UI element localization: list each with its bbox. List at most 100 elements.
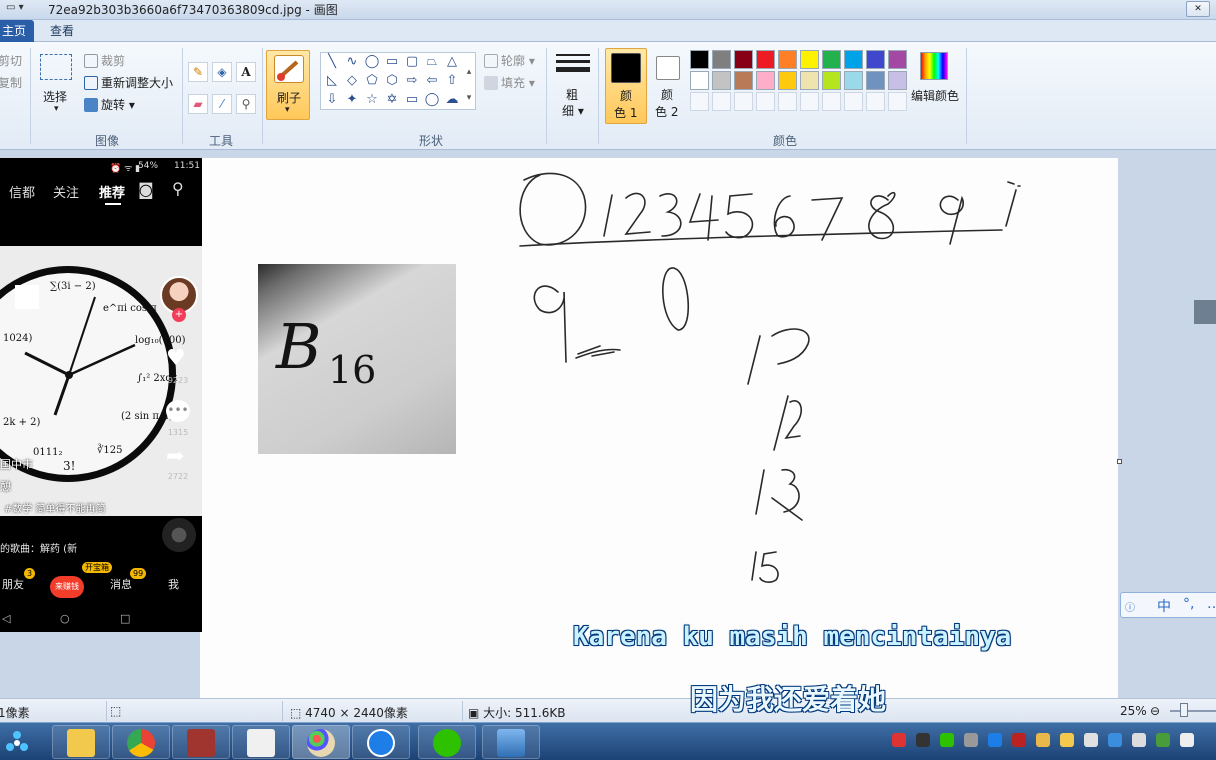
palette-swatch[interactable]: [712, 50, 731, 69]
select-icon[interactable]: [40, 54, 72, 80]
right-triangle-shape-icon[interactable]: ◺: [323, 72, 341, 90]
shapes-gallery[interactable]: ╲ ∿ ◯ ▭ ▢ ⏢ △ ◺ ◇ ⬠ ⬡ ⇨ ⇦ ⇧ ⇩ ✦ ☆ ✡ ▭ ◯ …: [320, 52, 476, 110]
bluetooth-icon[interactable]: [1108, 733, 1122, 747]
rotate-button[interactable]: 旋转 ▾: [84, 96, 135, 113]
volume-icon[interactable]: [1084, 733, 1098, 747]
palette-swatch[interactable]: [712, 71, 731, 90]
size-button[interactable]: 粗: [566, 86, 578, 103]
oval-shape-icon[interactable]: ◯: [363, 53, 381, 71]
ime-language-toggle[interactable]: 中: [1157, 596, 1171, 616]
magnifier-icon[interactable]: ⚲: [236, 94, 256, 114]
arrow-up-shape-icon[interactable]: ⇧: [443, 72, 461, 90]
palette-swatch[interactable]: [844, 71, 863, 90]
palette-swatch[interactable]: [712, 92, 731, 111]
taskbar-photos[interactable]: [482, 725, 540, 759]
palette-swatch[interactable]: [734, 50, 753, 69]
taskbar-winrar[interactable]: [172, 725, 230, 759]
gallery-scroll-icon[interactable]: ▴: [463, 63, 475, 81]
resize-button[interactable]: 重新调整大小: [84, 74, 173, 91]
brush-button[interactable]: 刷子 ▾: [266, 50, 310, 120]
palette-swatch[interactable]: [822, 50, 841, 69]
tray-icon-network[interactable]: [916, 733, 930, 747]
palette-swatch[interactable]: [866, 50, 885, 69]
tray-icon-folder[interactable]: [1036, 733, 1050, 747]
arrow-down-shape-icon[interactable]: ⇩: [323, 91, 341, 109]
pencil-icon[interactable]: ✎: [188, 62, 208, 82]
color-picker-icon[interactable]: ⁄: [212, 94, 232, 114]
hexagon-shape-icon[interactable]: ⬡: [383, 72, 401, 90]
palette-swatch[interactable]: [800, 71, 819, 90]
canvas-resize-handle[interactable]: [1117, 459, 1122, 464]
color2-button[interactable]: 颜 色 2: [652, 48, 686, 124]
zoom-slider[interactable]: [1170, 710, 1216, 712]
tray-icon-app[interactable]: [1012, 733, 1026, 747]
star4-shape-icon[interactable]: ✦: [343, 91, 361, 109]
palette-swatch[interactable]: [822, 71, 841, 90]
star6-shape-icon[interactable]: ✡: [383, 91, 401, 109]
palette-swatch[interactable]: [866, 92, 885, 111]
taskbar-slides[interactable]: [232, 725, 290, 759]
ime-punctuation-icon[interactable]: °,: [1183, 596, 1194, 612]
palette-swatch[interactable]: [690, 50, 709, 69]
side-panel-tab[interactable]: [1194, 300, 1216, 324]
tab-home[interactable]: 主页: [0, 20, 35, 42]
palette-swatch[interactable]: [778, 50, 797, 69]
star5-shape-icon[interactable]: ☆: [363, 91, 381, 109]
signal-icon[interactable]: [1132, 733, 1146, 747]
palette-swatch[interactable]: [734, 92, 753, 111]
color1-button[interactable]: 颜 色 1: [605, 48, 647, 124]
taskbar-paint[interactable]: [292, 725, 350, 759]
chevron-down-icon[interactable]: ▾: [54, 104, 59, 114]
palette-swatch[interactable]: [756, 92, 775, 111]
quick-access-toolbar[interactable]: ▭ ▾: [6, 2, 40, 18]
palette-swatch[interactable]: [778, 92, 797, 111]
arrow-left-shape-icon[interactable]: ⇦: [423, 72, 441, 90]
line-shape-icon[interactable]: ╲: [323, 53, 341, 71]
palette-swatch[interactable]: [690, 71, 709, 90]
edit-colors-button[interactable]: 编辑颜色: [911, 87, 959, 104]
palette-swatch[interactable]: [888, 92, 907, 111]
taskbar-explorer[interactable]: [52, 725, 110, 759]
rectangle-shape-icon[interactable]: ▭: [383, 53, 401, 71]
taskbar-chrome[interactable]: [112, 725, 170, 759]
taskbar-kugou[interactable]: [352, 725, 410, 759]
line-size-icon[interactable]: [556, 52, 590, 80]
arrow-right-shape-icon[interactable]: ⇨: [403, 72, 421, 90]
select-button[interactable]: 选择: [43, 88, 67, 105]
ime-toolbar[interactable]: ⓘ 中 °, …: [1120, 592, 1216, 618]
tab-view[interactable]: 查看: [42, 20, 82, 42]
curve-shape-icon[interactable]: ∿: [343, 53, 361, 71]
tray-icon-wechat[interactable]: [940, 733, 954, 747]
outline-button[interactable]: 轮廓 ▾: [484, 52, 535, 69]
crop-button[interactable]: 裁剪: [84, 52, 125, 69]
palette-swatch[interactable]: [888, 71, 907, 90]
tray-icon-shield[interactable]: [1060, 733, 1074, 747]
triangle-shape-icon[interactable]: △: [443, 53, 461, 71]
start-button[interactable]: [2, 727, 32, 757]
ime-more-icon[interactable]: …: [1207, 596, 1216, 612]
palette-swatch[interactable]: [844, 50, 863, 69]
zoom-out-button[interactable]: ⊖: [1150, 704, 1160, 718]
palette-swatch[interactable]: [822, 92, 841, 111]
diamond-shape-icon[interactable]: ◇: [343, 72, 361, 90]
callout-rect-shape-icon[interactable]: ▭: [403, 91, 421, 109]
tray-icon-display[interactable]: [1180, 733, 1194, 747]
palette-swatch[interactable]: [800, 50, 819, 69]
callout-cloud-shape-icon[interactable]: ☁: [443, 91, 461, 109]
zoom-slider-thumb[interactable]: [1180, 703, 1188, 717]
palette-swatch[interactable]: [778, 71, 797, 90]
callout-oval-shape-icon[interactable]: ◯: [423, 91, 441, 109]
palette-swatch[interactable]: [800, 92, 819, 111]
cut-button[interactable]: 剪切: [0, 52, 22, 69]
fill-bucket-icon[interactable]: ◈: [212, 62, 232, 82]
tray-icon-record[interactable]: [892, 733, 906, 747]
palette-swatch[interactable]: [844, 92, 863, 111]
gallery-more-icon[interactable]: ▾: [463, 89, 475, 107]
palette-swatch[interactable]: [756, 50, 775, 69]
tray-icon-people[interactable]: [964, 733, 978, 747]
pentagon-shape-icon[interactable]: ⬠: [363, 72, 381, 90]
palette-swatch[interactable]: [756, 71, 775, 90]
text-tool-icon[interactable]: A: [236, 62, 256, 82]
fill-button[interactable]: 填充 ▾: [484, 74, 535, 91]
palette-swatch[interactable]: [888, 50, 907, 69]
